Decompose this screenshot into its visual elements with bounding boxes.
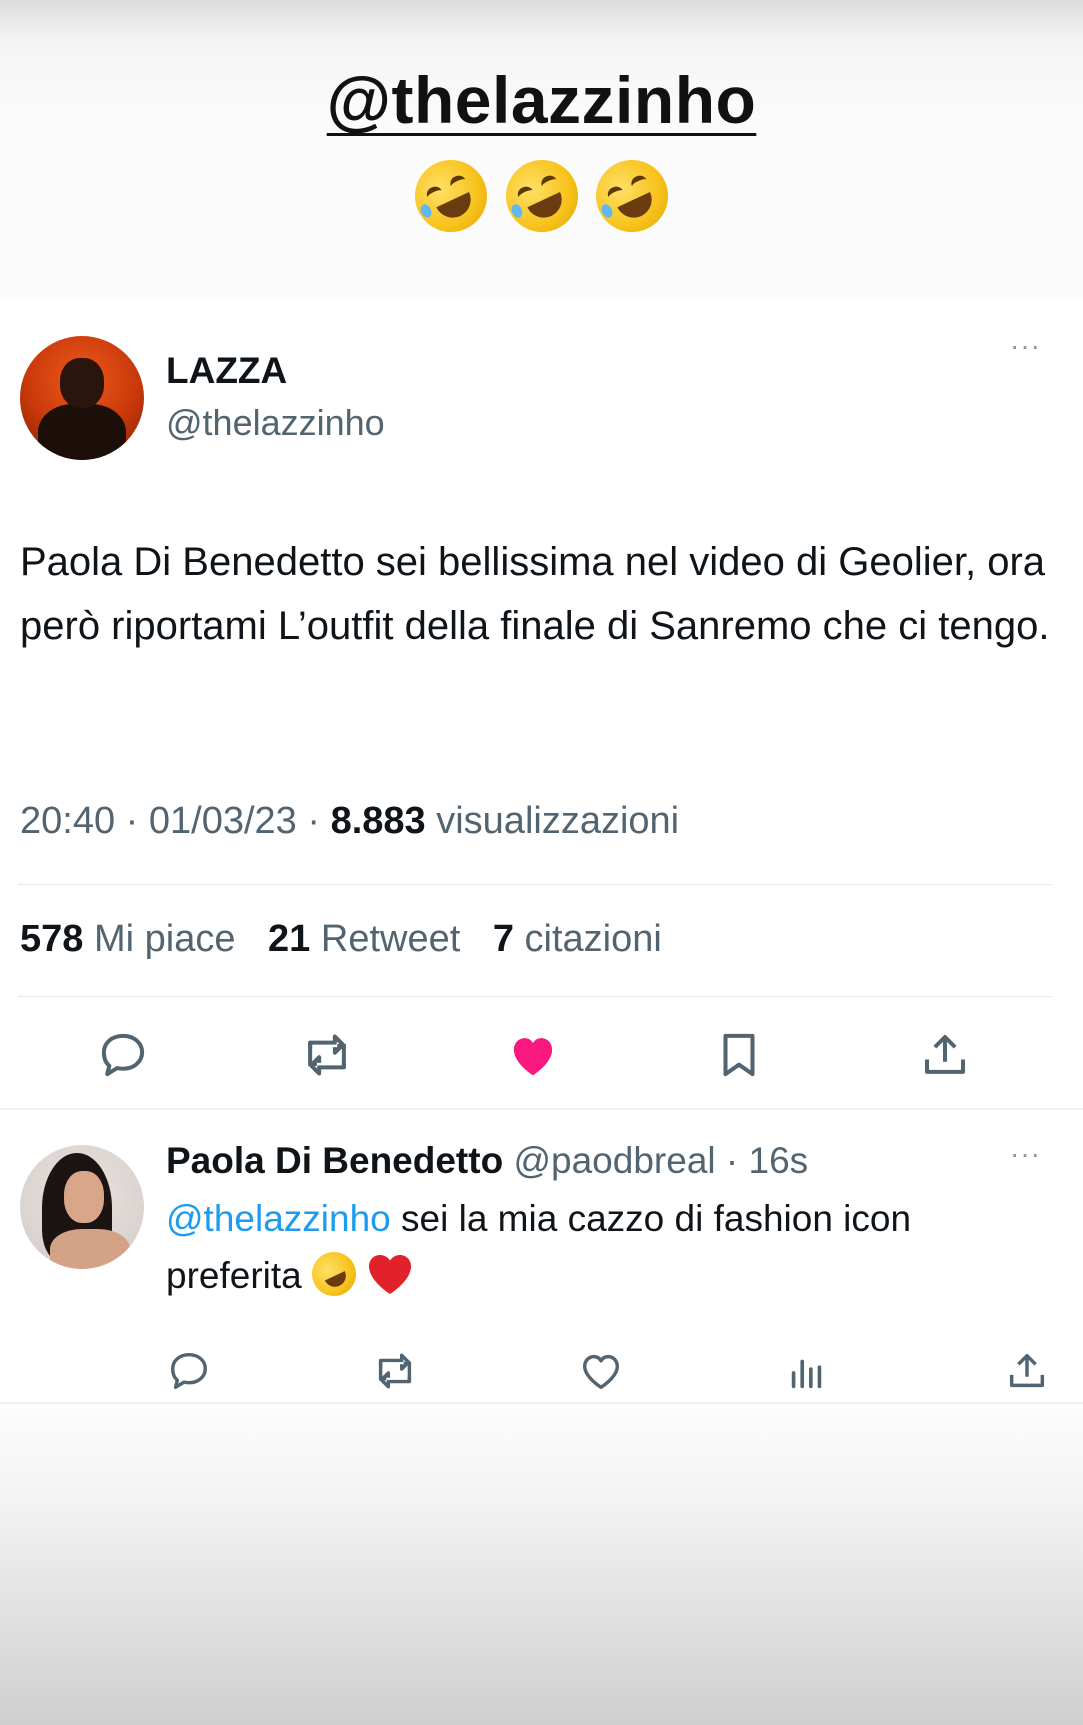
like-icon[interactable] [578, 1348, 624, 1394]
meta-separator: · [125, 800, 149, 842]
author-handle[interactable]: @thelazzinho [166, 402, 385, 444]
tweet-text: Paola Di Benedetto sei bellissima nel vi… [20, 540, 1050, 648]
more-options-icon[interactable]: ··· [1010, 1138, 1041, 1170]
views-icon[interactable] [784, 1348, 830, 1394]
meta-separator: · [307, 800, 331, 842]
author-display-name[interactable]: LAZZA [166, 350, 287, 392]
reply-icon[interactable] [166, 1348, 212, 1394]
more-options-icon[interactable]: ··· [1010, 330, 1041, 362]
reply-text: @thelazzinho sei la mia cazzo di fashion… [166, 1190, 1046, 1304]
retweet-icon[interactable] [300, 1028, 354, 1082]
tweet-date[interactable]: 01/03/23 [149, 800, 297, 842]
share-icon[interactable] [1004, 1348, 1050, 1394]
reply-header: Paola Di Benedetto @paodbreal · 16s [166, 1140, 808, 1182]
views-label: visualizzazioni [436, 800, 680, 842]
reply-icon[interactable] [96, 1028, 150, 1082]
retweets-count: 21 [268, 918, 311, 960]
emoji-sticker [0, 148, 1083, 244]
tweet-meta: 20:40 · 01/03/23 · 8.883 visualizzazioni [20, 800, 679, 843]
mention-sticker[interactable]: @thelazzinho [0, 62, 1083, 138]
mention-sticker-text[interactable]: @thelazzinho [327, 63, 757, 137]
retweets-label: Retweet [320, 918, 461, 960]
author-avatar[interactable] [20, 336, 144, 460]
bookmark-icon[interactable] [712, 1028, 766, 1082]
tweet-screenshot-card: LAZZA @thelazzinho ··· Paola Di Benedett… [0, 300, 1083, 1405]
reply-time[interactable]: 16s [749, 1140, 809, 1181]
quotes-stat[interactable]: 7 citazioni [493, 918, 662, 960]
retweet-icon[interactable] [372, 1348, 418, 1394]
reply-author-handle[interactable]: @paodbreal [513, 1140, 725, 1181]
views-count: 8.883 [330, 800, 426, 842]
reply-separator: · [725, 1140, 749, 1181]
quotes-count: 7 [492, 918, 514, 960]
tweet-separator [0, 1108, 1083, 1110]
reply-separator-line [0, 1402, 1083, 1404]
tweet-time[interactable]: 20:40 [20, 800, 115, 842]
rolling-on-floor-laughing-emoji-icon [493, 148, 590, 244]
likes-stat[interactable]: 578 Mi piace [20, 918, 235, 960]
reply-author-avatar[interactable] [20, 1145, 144, 1269]
likes-count: 578 [20, 918, 84, 960]
reply-mention-link[interactable]: @thelazzinho [166, 1198, 391, 1239]
share-icon[interactable] [918, 1028, 972, 1082]
rolling-on-floor-laughing-emoji-icon [584, 148, 680, 244]
rolling-on-floor-laughing-emoji-icon [403, 148, 499, 244]
like-icon-active[interactable] [506, 1028, 560, 1082]
divider [18, 996, 1053, 997]
quotes-label: citazioni [524, 918, 662, 960]
rolling-on-floor-laughing-emoji-icon [304, 1244, 364, 1304]
retweets-stat[interactable]: 21 Retweet [268, 918, 460, 960]
likes-label: Mi piace [93, 918, 236, 960]
tweet-stats: 578 Mi piace 21 Retweet 7 citazioni [20, 918, 662, 961]
red-heart-emoji-icon [369, 1255, 412, 1294]
reply-author-name[interactable]: Paola Di Benedetto [166, 1140, 503, 1181]
divider [18, 884, 1053, 885]
